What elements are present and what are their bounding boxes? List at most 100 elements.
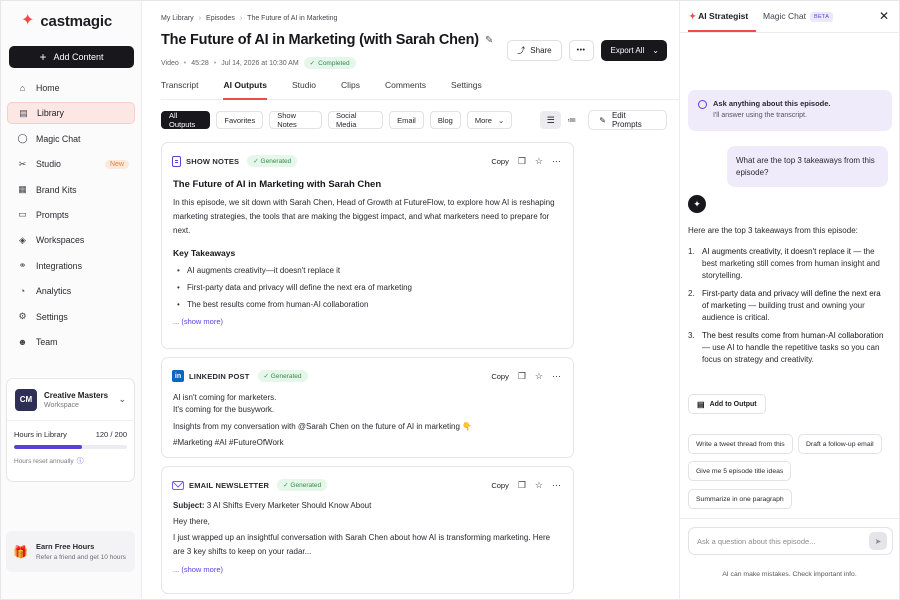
filter-show-notes[interactable]: Show Notes: [269, 111, 322, 129]
view-toggle: ☰ ≔: [540, 111, 582, 129]
export-all-button[interactable]: Export All ⌄: [600, 40, 667, 61]
email-newsletter-card: EMAIL NEWSLETTER ✓ Generated Copy ❐ ☆ ⋯ …: [161, 466, 574, 594]
sidebar-item-magic-chat[interactable]: ◯ Magic Chat: [7, 128, 135, 150]
sidebar-item-label: Library: [37, 108, 64, 119]
share-button[interactable]: ⤴ Share: [507, 40, 562, 61]
answer-text: First-party data and privacy will define…: [702, 288, 888, 324]
breadcrumb-episodes[interactable]: Episodes: [206, 15, 235, 22]
hours-section: Hours in Library 120 / 200 Hours reset a…: [7, 421, 134, 466]
copy-icon[interactable]: ❐: [518, 480, 526, 491]
edit-title-icon[interactable]: ✎: [485, 35, 493, 46]
chat-input[interactable]: [697, 536, 869, 546]
hours-value: 120 / 200: [95, 430, 127, 439]
tab-ai-outputs[interactable]: AI Outputs: [223, 76, 267, 100]
linkedin-card: in LINKEDIN POST ✓ Generated Copy ❐ ☆ ⋯ …: [161, 357, 574, 458]
sidebar-item-label: Home: [36, 83, 60, 93]
tab-studio[interactable]: Studio: [292, 76, 316, 100]
sidebar-item-home[interactable]: ⌂ Home: [7, 77, 135, 99]
meta-duration: 45:28: [191, 59, 209, 67]
edit-prompts-button[interactable]: ✎ Edit Prompts: [588, 110, 667, 130]
filter-more[interactable]: More ⌄: [466, 111, 513, 129]
linkedin-icon: in: [172, 370, 184, 382]
star-icon[interactable]: ☆: [535, 371, 543, 382]
document-icon: [172, 155, 181, 167]
more-icon[interactable]: ⋯: [552, 371, 561, 382]
show-more-link[interactable]: ... (show more): [173, 317, 561, 326]
copy-button[interactable]: Copy: [491, 481, 509, 490]
breadcrumb-library[interactable]: My Library: [161, 15, 194, 22]
tab-settings[interactable]: Settings: [451, 76, 482, 100]
linkedin-line: AI isn't coming for marketers.: [173, 393, 277, 402]
integrations-icon: ⚭: [18, 260, 27, 271]
suggestion-chip[interactable]: Give me 5 episode title ideas: [688, 461, 792, 481]
sidebar-item-library[interactable]: ▤ Library: [7, 102, 135, 125]
more-options-button[interactable]: •••: [568, 40, 594, 61]
suggestion-chip[interactable]: Draft a follow-up email: [798, 434, 882, 454]
tab-comments[interactable]: Comments: [385, 76, 426, 100]
sidebar-item-analytics[interactable]: ◔ Analytics: [7, 280, 135, 302]
info-icon[interactable]: ⓘ: [77, 456, 84, 466]
suggestion-chip[interactable]: Summarize in one paragraph: [688, 489, 792, 509]
chat-icon: ◯: [17, 133, 28, 144]
hours-note: Hours reset annually: [14, 457, 74, 465]
tab-transcript[interactable]: Transcript: [161, 76, 198, 100]
sidebar-item-prompts[interactable]: ▭ Prompts: [7, 204, 135, 226]
gift-icon: 🎁: [13, 544, 28, 559]
sidebar-item-integrations[interactable]: ⚭ Integrations: [7, 255, 135, 277]
sidebar-item-team[interactable]: ☻ Team: [7, 331, 135, 353]
suggestion-chip[interactable]: Write a tweet thread from this: [688, 434, 793, 454]
close-icon[interactable]: ✕: [879, 9, 889, 23]
filter-label: Email: [397, 115, 416, 125]
sidebar-item-label: Magic Chat: [36, 133, 81, 144]
export-label: Export All: [610, 46, 645, 55]
answer-text: The best results come from human-AI coll…: [702, 330, 888, 366]
sidebar-item-label: Prompts: [36, 209, 69, 220]
star-icon[interactable]: ☆: [535, 480, 543, 491]
copy-icon[interactable]: ❐: [518, 156, 526, 167]
workspace-sub: Workspace: [44, 401, 79, 409]
copy-button[interactable]: Copy: [491, 372, 509, 381]
sidebar-item-settings[interactable]: ⚙ Settings: [7, 306, 135, 328]
divider: [680, 518, 899, 519]
add-to-output-button[interactable]: ▤ Add to Output: [688, 394, 766, 414]
more-icon[interactable]: ⋯: [552, 156, 561, 167]
linkedin-line: It's coming for the busywork.: [173, 405, 275, 414]
list-number: 1.: [688, 247, 695, 256]
answer-text: AI augments creativity, it doesn't repla…: [702, 246, 888, 282]
linkedin-hashtags[interactable]: #Marketing #AI #FutureOfWork: [173, 436, 561, 450]
filter-blog[interactable]: Blog: [429, 111, 461, 129]
tab-magic-chat[interactable]: Magic Chat: [763, 11, 806, 21]
logo[interactable]: ✦ castmagic: [1, 1, 141, 41]
more-icon[interactable]: ⋯: [552, 480, 561, 491]
meta-date: Jul 14, 2026 at 10:30 AM: [221, 59, 299, 67]
add-content-button[interactable]: + Add Content: [9, 46, 134, 68]
show-more-link[interactable]: ... (show more): [173, 565, 561, 574]
filter-favorites[interactable]: Favorites: [216, 111, 264, 129]
list-view-icon[interactable]: ☰: [540, 111, 562, 129]
hours-progress-fill: [14, 445, 82, 449]
ai-answer-list: 1. AI augments creativity, it doesn't rep…: [688, 246, 888, 372]
send-button[interactable]: ➤: [869, 532, 887, 550]
copy-button[interactable]: Copy: [491, 157, 509, 166]
compact-view-icon[interactable]: ≔: [561, 111, 582, 129]
chat-input-box: ➤: [688, 527, 893, 555]
generated-badge: ✓ Generated: [247, 155, 298, 167]
sidebar-item-studio[interactable]: ✂ Studio New: [7, 153, 135, 175]
earn-hours-card[interactable]: 🎁 Earn Free Hours Refer a friend and get…: [6, 531, 135, 572]
workspaces-icon: ◈: [19, 234, 26, 245]
filter-all-outputs[interactable]: All Outputs: [161, 111, 211, 129]
workspace-switcher[interactable]: CM Creative Masters Workspace ⌄: [7, 379, 134, 421]
sidebar-item-brand-kits[interactable]: ▦ Brand Kits: [7, 179, 135, 201]
filter-social-media[interactable]: Social Media: [328, 111, 384, 129]
ai-strategist-panel: ✦ AI Strategist Magic Chat BETA ✕ Ask an…: [680, 1, 899, 599]
copy-icon[interactable]: ❐: [518, 371, 526, 382]
tab-ai-strategist[interactable]: ✦ AI Strategist: [689, 11, 748, 22]
star-icon[interactable]: ☆: [535, 156, 543, 167]
answer-lead: The best results come from human-AI coll…: [702, 331, 884, 340]
tab-clips[interactable]: Clips: [341, 76, 360, 100]
filter-label: Social Media: [336, 111, 357, 129]
plus-icon: +: [39, 50, 47, 64]
sidebar-item-workspaces[interactable]: ◈ Workspaces: [7, 229, 135, 251]
filter-email[interactable]: Email: [389, 111, 424, 129]
breadcrumb-current: The Future of AI in Marketing: [247, 15, 338, 22]
